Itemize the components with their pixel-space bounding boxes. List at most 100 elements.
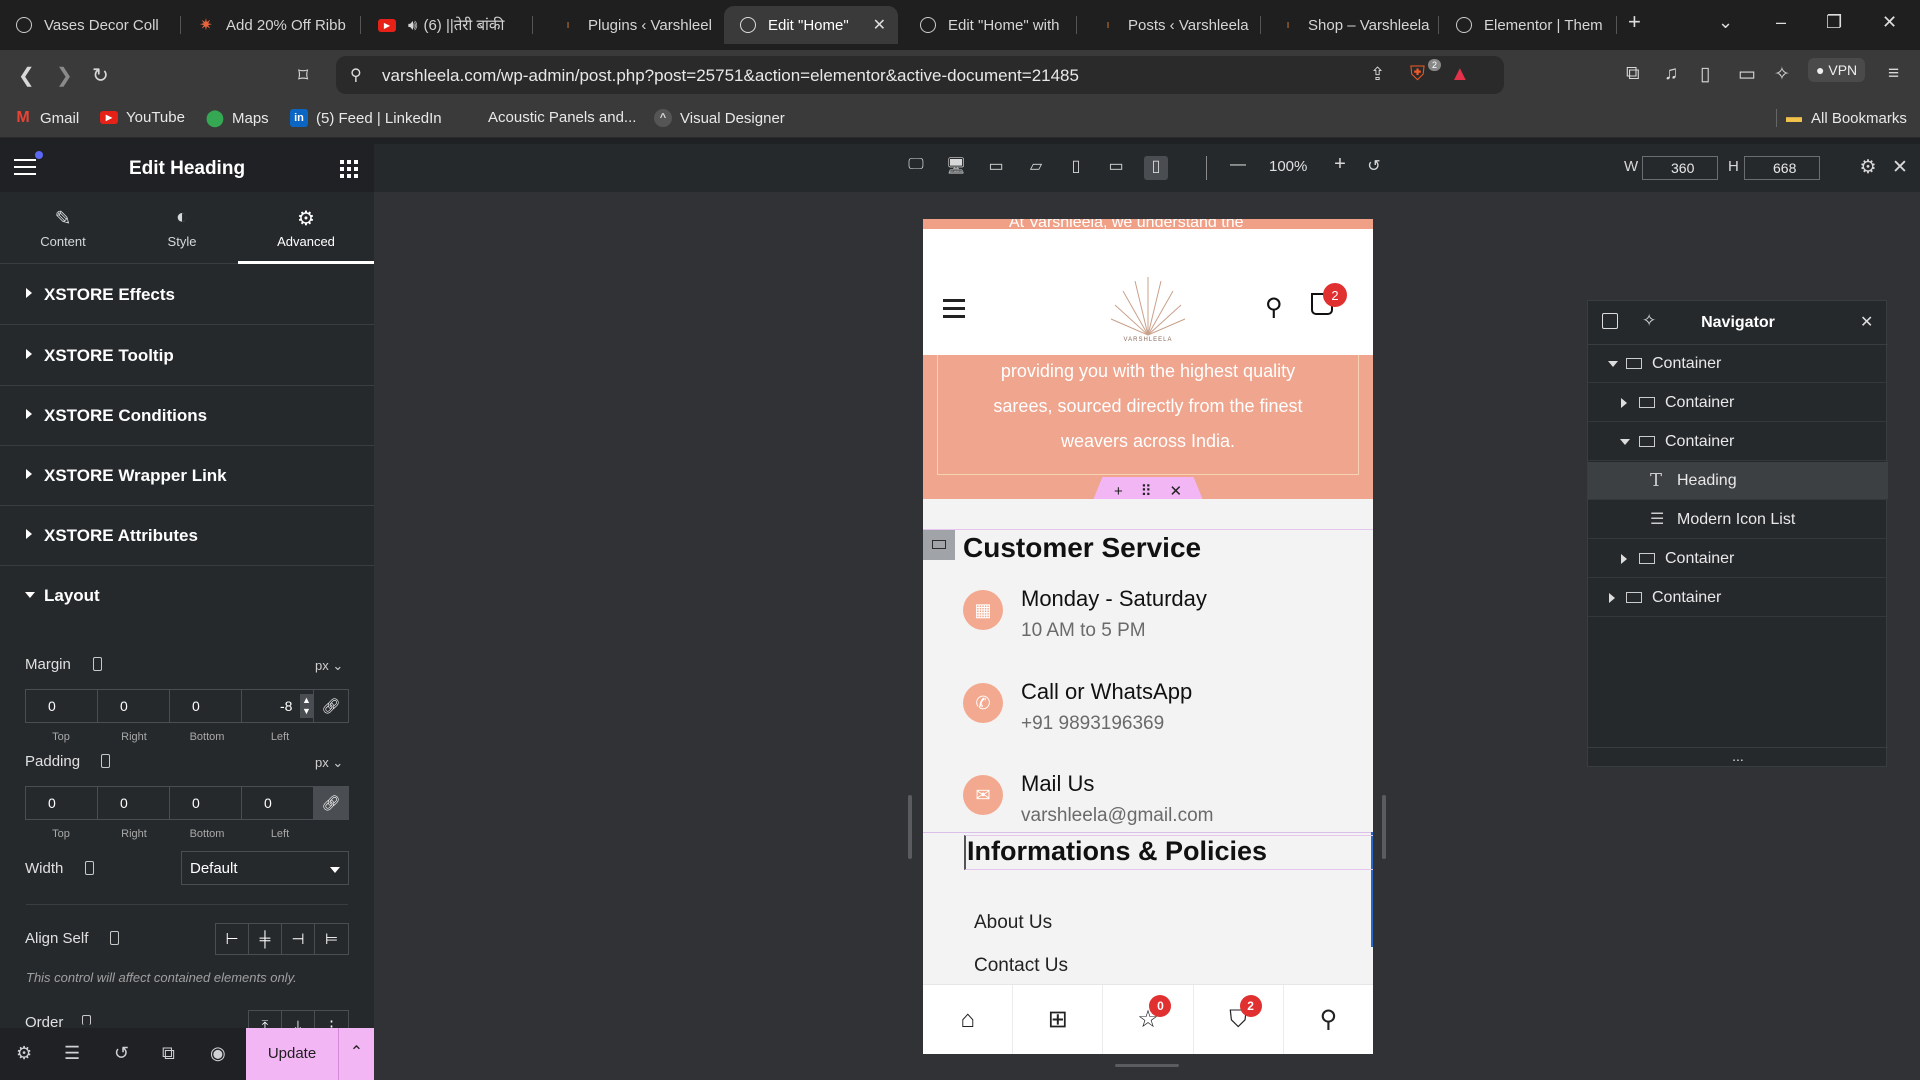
contact-us-link[interactable]: Contact Us — [974, 955, 1068, 977]
navigator-item-icon-list[interactable]: ☰ Modern Icon List — [1588, 501, 1888, 539]
browser-tab[interactable]: ı Plugins ‹ Varshleel — [544, 6, 712, 44]
tablet-icon[interactable]: ▯ — [1064, 156, 1088, 180]
spinner-icon[interactable]: ▲ ▼ — [300, 694, 313, 718]
close-icon[interactable]: ✕ — [1860, 312, 1873, 332]
tab-advanced[interactable]: ⚙ Advanced — [238, 192, 374, 264]
hamburger-menu-icon[interactable] — [943, 299, 965, 318]
zoom-in-icon[interactable]: + — [1328, 153, 1352, 177]
settings-icon[interactable]: ⚙ — [16, 1043, 32, 1064]
bookmark-maps[interactable]: ⬤ Maps — [206, 109, 269, 128]
navigator-item-container[interactable]: Container — [1588, 384, 1888, 422]
mobile-landscape-icon[interactable]: ▭ — [1104, 156, 1128, 180]
align-stretch-icon[interactable]: ⊨ — [315, 924, 348, 954]
link-values-icon[interactable]: 🔗︎ — [314, 690, 348, 722]
reset-zoom-icon[interactable]: ↺ — [1362, 156, 1386, 180]
search-icon[interactable]: ⚲ — [1284, 985, 1373, 1054]
browser-tab-active[interactable]: Edit "Home" ✕ — [724, 6, 898, 44]
height-input[interactable]: 668 — [1744, 156, 1820, 180]
order-custom-icon[interactable]: ⋮ — [315, 1011, 348, 1028]
close-tab-icon[interactable]: ✕ — [873, 15, 886, 35]
navigator-item-container[interactable]: Container — [1588, 423, 1888, 461]
section-xstore-tooltip[interactable]: XSTORE Tooltip — [0, 326, 374, 386]
omnibox[interactable]: ⚲ varshleela.com/wp-admin/post.php?post=… — [336, 56, 1504, 94]
mobile-icon[interactable]: ▯ — [1144, 156, 1168, 180]
margin-left-input[interactable]: -8 ▲ ▼ — [242, 690, 314, 722]
bookmark-acoustic[interactable]: Acoustic Panels and... — [488, 109, 636, 126]
browser-tab[interactable]: ı Posts ‹ Varshleela — [1084, 6, 1256, 44]
back-button[interactable]: ❮ — [18, 63, 35, 88]
forward-button[interactable]: ❯ — [56, 63, 73, 88]
brave-rewards-icon[interactable]: ▲ — [1450, 63, 1470, 86]
customer-service-heading[interactable]: Customer Service — [923, 529, 1373, 565]
margin-top-input[interactable]: 0 — [26, 690, 98, 722]
margin-unit-select[interactable]: px ⌄ — [315, 658, 343, 674]
wallet-icon[interactable]: ▭ — [1738, 63, 1756, 86]
margin-right-input[interactable]: 0 — [98, 690, 170, 722]
padding-unit-select[interactable]: px ⌄ — [315, 755, 343, 771]
reload-button[interactable]: ↻ — [92, 63, 109, 88]
update-button[interactable]: Update — [246, 1028, 338, 1080]
padding-right-input[interactable]: 0 — [98, 787, 170, 819]
order-last-icon[interactable]: ⤓ — [282, 1011, 315, 1028]
bookmark-linkedin[interactable]: in (5) Feed | LinkedIn — [290, 109, 442, 127]
gear-icon[interactable]: ⚙ — [1856, 156, 1880, 180]
chevron-up-icon[interactable]: ⌃ — [338, 1028, 374, 1080]
caret-down-icon[interactable] — [1620, 439, 1630, 445]
browser-tab[interactable]: Elementor | Them — [1440, 6, 1612, 44]
mobile-device-icon[interactable] — [85, 861, 94, 875]
section-xstore-attributes[interactable]: XSTORE Attributes — [0, 506, 374, 566]
section-xstore-wrapper-link[interactable]: XSTORE Wrapper Link — [0, 446, 374, 506]
section-xstore-effects[interactable]: XSTORE Effects — [0, 265, 374, 325]
section-layout[interactable]: Layout — [0, 566, 374, 626]
bottom-resize-handle[interactable] — [1115, 1064, 1179, 1067]
all-bookmarks[interactable]: ▬ All Bookmarks — [1776, 109, 1907, 127]
section-xstore-conditions[interactable]: XSTORE Conditions — [0, 386, 374, 446]
padding-top-input[interactable]: 0 — [26, 787, 98, 819]
width-select[interactable]: Default — [181, 851, 349, 885]
url-text[interactable]: varshleela.com/wp-admin/post.php?post=25… — [382, 66, 1079, 86]
caret-right-icon[interactable] — [1609, 593, 1615, 603]
navigator-resize-dots[interactable]: ... — [1588, 747, 1888, 764]
navigator-item-container[interactable]: Container — [1588, 540, 1888, 578]
history-icon[interactable]: ↺ — [114, 1043, 129, 1064]
tab-content[interactable]: ✎ Content — [3, 192, 123, 264]
width-input[interactable]: 360 — [1642, 156, 1718, 180]
bookmark-icon[interactable]: ⌑ — [298, 63, 308, 88]
preview-eye-icon[interactable]: ◉ — [210, 1043, 226, 1064]
zoom-out-icon[interactable]: — — [1226, 156, 1250, 180]
widescreen-icon[interactable]: 🖥︎ — [944, 156, 968, 180]
maximize-button[interactable]: ❐ — [1826, 12, 1842, 33]
new-tab-button[interactable]: + — [1628, 9, 1641, 35]
browser-tab[interactable]: ı Shop – Varshleela — [1264, 6, 1436, 44]
sidebar-icon[interactable]: ▯ — [1700, 63, 1710, 86]
widgets-grid-icon[interactable] — [340, 160, 358, 178]
mobile-device-icon[interactable] — [82, 1015, 91, 1025]
minimize-button[interactable]: – — [1776, 12, 1786, 33]
bookmark-youtube[interactable]: ▶ YouTube — [100, 109, 185, 126]
info-heading[interactable]: Informations & Policies — [964, 835, 1373, 870]
close-window-button[interactable]: ✕ — [1882, 12, 1897, 33]
browser-tab[interactable]: ▶ 🔊︎ (6) ||तेरी बांकी — [362, 6, 530, 44]
browser-tab[interactable]: ✷ Add 20% Off Ribb — [182, 6, 358, 44]
navigator-item-container[interactable]: Container — [1588, 579, 1888, 617]
tab-search-icon[interactable]: ⌄ — [1718, 12, 1733, 33]
extensions-icon[interactable]: ⧉ — [1626, 63, 1640, 85]
caret-right-icon[interactable] — [1621, 398, 1627, 408]
leo-ai-icon[interactable]: ✧ — [1774, 63, 1790, 86]
caret-down-icon[interactable] — [1608, 361, 1618, 367]
browser-tab[interactable]: Edit "Home" with — [904, 6, 1072, 44]
brave-shield-icon[interactable]: ⛨ — [1410, 63, 1425, 86]
about-us-link[interactable]: About Us — [974, 912, 1052, 934]
laptop-icon[interactable]: ▭ — [984, 156, 1008, 180]
resize-handle-left[interactable] — [908, 795, 912, 859]
align-center-icon[interactable]: ╪ — [249, 924, 282, 954]
align-start-icon[interactable]: ⊢ — [216, 924, 249, 954]
site-info-icon[interactable]: ⚲ — [350, 65, 362, 85]
wishlist-star-icon[interactable]: ☆ 0 — [1103, 985, 1194, 1054]
bookmark-gmail[interactable]: M Gmail — [14, 109, 79, 127]
tab-style[interactable]: ◐ Style — [122, 192, 242, 264]
brand-logo[interactable]: VARSHLEELA — [1095, 273, 1201, 353]
media-icon[interactable]: ♫ — [1664, 63, 1678, 85]
align-end-icon[interactable]: ⊣ — [282, 924, 315, 954]
navigator-item-heading[interactable]: T Heading — [1588, 462, 1888, 500]
